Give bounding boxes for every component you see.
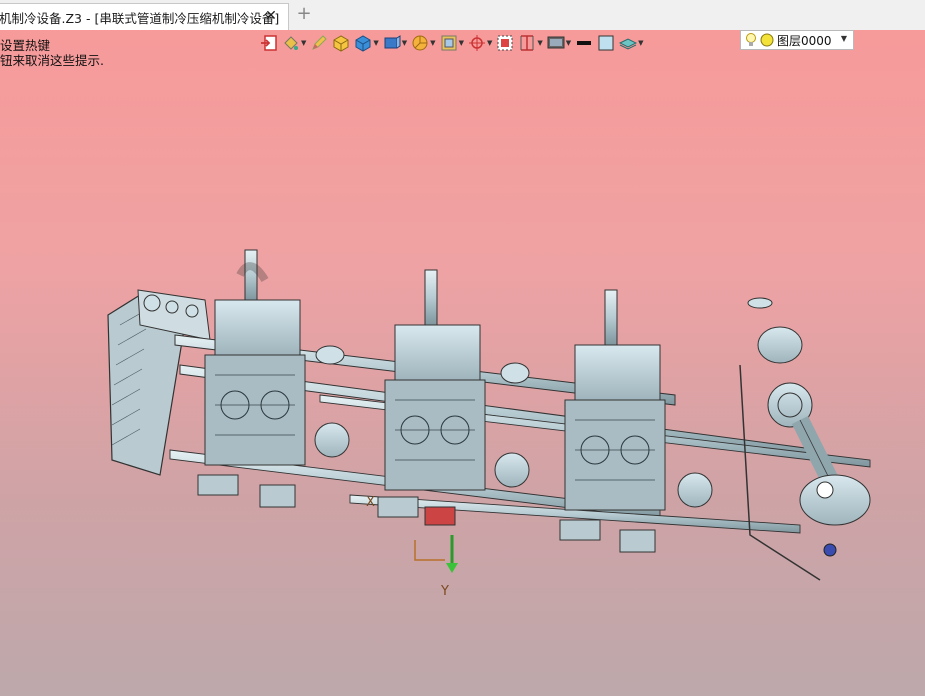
new-tab-button[interactable]: + — [296, 5, 312, 23]
paint-bucket-icon — [284, 36, 298, 50]
exit-button[interactable] — [260, 33, 278, 53]
layer-selector[interactable]: 图层0000 ▼ — [740, 30, 854, 50]
line-weight-button[interactable] — [575, 33, 593, 53]
bracket-button[interactable]: ▼ — [518, 33, 543, 53]
frame-button[interactable]: ▼ — [440, 33, 464, 53]
refrigeration-model[interactable] — [100, 245, 890, 625]
hint-text-line2: 钮来取消这些提示. — [0, 53, 104, 68]
frame-icon — [441, 35, 457, 51]
shaded-cube-icon — [333, 35, 349, 52]
snap-button[interactable]: ▼ — [468, 33, 492, 53]
render-button[interactable]: ▼ — [411, 33, 436, 53]
blue-cube-icon — [355, 35, 371, 52]
layer-stack-icon — [619, 38, 638, 50]
layer-color-icon — [760, 33, 774, 47]
monitor-button[interactable]: ▼ — [547, 33, 571, 53]
color-swatch-button[interactable] — [597, 33, 615, 53]
crosshair-icon — [468, 35, 485, 51]
compressor-unit-2 — [377, 269, 486, 526]
lightbulb-icon — [746, 33, 756, 46]
color-swatch-icon — [598, 35, 614, 51]
y-axis-label: Y — [441, 584, 449, 599]
layer-name: 图层0000 — [777, 33, 832, 48]
pie-render-icon — [412, 35, 428, 51]
paint-button[interactable]: ▼ — [282, 33, 306, 53]
layer-stack-button[interactable]: ▼ — [619, 33, 644, 53]
tab-bar: 机制冷设备.Z3 - [串联式管道制冷压缩机制冷设备] ✕ + — [0, 0, 925, 31]
shaded-cube-button[interactable] — [332, 33, 350, 53]
view-cube-button[interactable]: ▼ — [383, 33, 407, 53]
document-tab-title: 机制冷设备.Z3 - [串联式管道制冷压缩机制冷设备] — [0, 10, 280, 26]
view-cube-icon — [384, 35, 401, 49]
monitor-icon — [547, 36, 565, 49]
pencil-icon — [312, 35, 328, 50]
line-weight-icon — [577, 41, 592, 45]
bracket-icon — [520, 35, 534, 51]
view-toolbar: ▼ ▼ ▼ ▼ ▼ ▼ ▼ ▼ ▼ — [260, 32, 648, 54]
3d-viewport[interactable]: 设置热键 钮来取消这些提示. ▼ ▼ ▼ ▼ ▼ ▼ ▼ ▼ ▼ 图层0000 … — [0, 30, 925, 696]
exit-icon — [261, 35, 277, 51]
origin-axes — [414, 535, 458, 573]
close-icon[interactable]: ✕ — [264, 9, 278, 23]
dashed-square-button[interactable] — [496, 33, 514, 53]
x-axis-label: X — [366, 495, 375, 510]
dashed-square-icon — [497, 35, 513, 51]
pencil-button[interactable] — [310, 33, 328, 53]
blue-cube-button[interactable]: ▼ — [354, 33, 379, 53]
chevron-down-icon[interactable]: ▼ — [841, 34, 847, 43]
document-tab[interactable]: 机制冷设备.Z3 - [串联式管道制冷压缩机制冷设备] ✕ — [0, 3, 289, 30]
separator-assembly — [739, 297, 871, 581]
condenser-panel — [107, 289, 211, 476]
